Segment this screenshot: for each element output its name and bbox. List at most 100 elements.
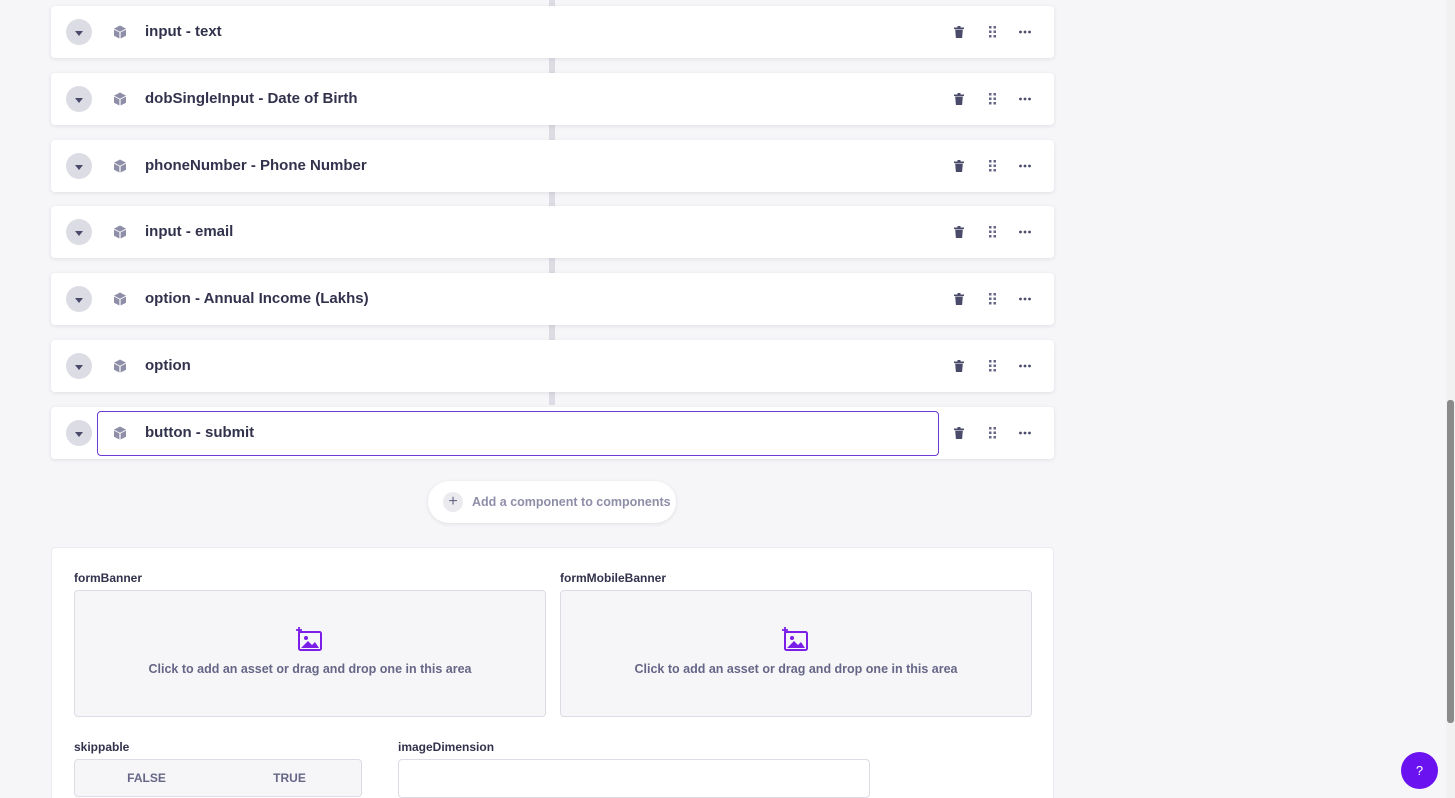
delete-button[interactable] <box>950 424 968 442</box>
row-actions <box>950 290 1034 308</box>
caret-down-icon <box>75 364 83 370</box>
more-actions-button[interactable] <box>1016 290 1034 308</box>
image-dimension-input[interactable] <box>398 759 870 798</box>
form-mobile-banner-dropzone-text: Click to add an asset or drag and drop o… <box>634 662 958 676</box>
component-row[interactable]: option - Annual Income (Lakhs) <box>51 273 1054 325</box>
component-row-header[interactable] <box>97 6 939 58</box>
more-horizontal-icon <box>1019 97 1031 101</box>
row-actions <box>950 90 1034 108</box>
row-actions <box>950 23 1034 41</box>
component-row[interactable]: button - submit <box>51 407 1054 459</box>
component-row-label: option - Annual Income (Lakhs) <box>145 290 369 307</box>
drag-dots-icon <box>988 26 996 38</box>
cube-icon <box>114 92 126 106</box>
drag-handle[interactable] <box>983 157 1001 175</box>
add-component-label: Add a component to components <box>472 495 671 509</box>
form-banner-dropzone-text: Click to add an asset or drag and drop o… <box>148 662 472 676</box>
drag-handle[interactable] <box>983 424 1001 442</box>
drag-dots-icon <box>988 427 996 439</box>
expand-toggle-button[interactable] <box>66 153 92 179</box>
component-row-header[interactable] <box>97 340 939 392</box>
fields-panel: formBanner Click to add an asset or drag… <box>51 547 1054 798</box>
row-actions <box>950 157 1034 175</box>
caret-down-icon <box>75 230 83 236</box>
cube-icon <box>114 426 126 440</box>
component-row[interactable]: dobSingleInput - Date of Birth <box>51 73 1054 125</box>
cube-icon <box>114 359 126 373</box>
form-banner-dropzone[interactable]: Click to add an asset or drag and drop o… <box>74 590 546 717</box>
expand-toggle-button[interactable] <box>66 19 92 45</box>
drag-dots-icon <box>988 293 996 305</box>
trash-icon <box>954 427 964 439</box>
image-dimension-label: imageDimension <box>398 740 495 754</box>
drag-dots-icon <box>988 360 996 372</box>
expand-toggle-button[interactable] <box>66 353 92 379</box>
component-row[interactable]: input - email <box>51 206 1054 258</box>
component-row-label: option <box>145 357 191 374</box>
trash-icon <box>954 293 964 305</box>
scrollbar-thumb[interactable] <box>1447 400 1454 723</box>
row-actions <box>950 424 1034 442</box>
expand-toggle-button[interactable] <box>66 219 92 245</box>
add-component-button[interactable]: + Add a component to components <box>428 481 676 523</box>
cube-icon <box>114 159 126 173</box>
trash-icon <box>954 360 964 372</box>
component-row[interactable]: input - text <box>51 6 1054 58</box>
trash-icon <box>954 160 964 172</box>
caret-down-icon <box>75 164 83 170</box>
more-actions-button[interactable] <box>1016 357 1034 375</box>
expand-toggle-button[interactable] <box>66 286 92 312</box>
more-actions-button[interactable] <box>1016 424 1034 442</box>
scrollbar-track[interactable] <box>1446 0 1455 798</box>
more-horizontal-icon <box>1019 230 1031 234</box>
more-actions-button[interactable] <box>1016 157 1034 175</box>
component-row-label: button - submit <box>145 424 255 441</box>
caret-down-icon <box>75 297 83 303</box>
trash-icon <box>954 226 964 238</box>
skippable-label: skippable <box>74 740 130 754</box>
drag-handle[interactable] <box>983 223 1001 241</box>
component-row[interactable]: phoneNumber - Phone Number <box>51 140 1054 192</box>
skippable-toggle[interactable]: FALSE TRUE <box>74 759 362 797</box>
row-actions <box>950 223 1034 241</box>
more-horizontal-icon <box>1019 30 1031 34</box>
form-mobile-banner-label: formMobileBanner <box>560 571 667 585</box>
delete-button[interactable] <box>950 157 968 175</box>
cube-icon <box>114 225 126 239</box>
drag-handle[interactable] <box>983 290 1001 308</box>
trash-icon <box>954 93 964 105</box>
expand-toggle-button[interactable] <box>66 86 92 112</box>
form-mobile-banner-dropzone[interactable]: Click to add an asset or drag and drop o… <box>560 590 1032 717</box>
delete-button[interactable] <box>950 357 968 375</box>
plus-icon: + <box>443 492 463 512</box>
more-horizontal-icon <box>1019 431 1031 435</box>
more-actions-button[interactable] <box>1016 23 1034 41</box>
caret-down-icon <box>75 431 83 437</box>
more-actions-button[interactable] <box>1016 90 1034 108</box>
more-actions-button[interactable] <box>1016 223 1034 241</box>
delete-button[interactable] <box>950 223 968 241</box>
delete-button[interactable] <box>950 290 968 308</box>
drag-handle[interactable] <box>983 23 1001 41</box>
component-row-label: input - text <box>145 23 222 40</box>
trash-icon <box>954 26 964 38</box>
more-horizontal-icon <box>1019 164 1031 168</box>
delete-button[interactable] <box>950 90 968 108</box>
skippable-false-option[interactable]: FALSE <box>75 760 218 796</box>
add-image-icon <box>296 627 322 651</box>
add-image-icon <box>782 627 808 651</box>
more-horizontal-icon <box>1019 364 1031 368</box>
delete-button[interactable] <box>950 23 968 41</box>
component-row[interactable]: option <box>51 340 1054 392</box>
skippable-true-option[interactable]: TRUE <box>218 760 361 796</box>
drag-handle[interactable] <box>983 90 1001 108</box>
drag-dots-icon <box>988 226 996 238</box>
caret-down-icon <box>75 97 83 103</box>
drag-handle[interactable] <box>983 357 1001 375</box>
caret-down-icon <box>75 30 83 36</box>
help-button[interactable]: ? <box>1401 752 1438 789</box>
expand-toggle-button[interactable] <box>66 420 92 446</box>
drag-dots-icon <box>988 160 996 172</box>
cube-icon <box>114 292 126 306</box>
more-horizontal-icon <box>1019 297 1031 301</box>
